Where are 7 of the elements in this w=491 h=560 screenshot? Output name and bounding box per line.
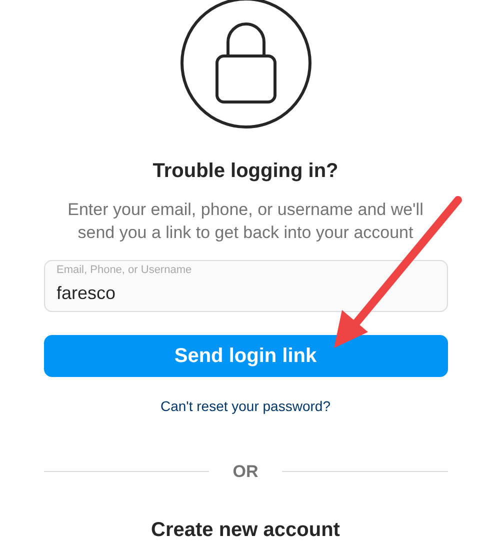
instructions-text: Enter your email, phone, or username and we'll send you a link to get back into your account <box>66 199 424 244</box>
create-account-link[interactable]: Create new account <box>151 514 340 544</box>
page-title: Trouble logging in? <box>152 159 338 183</box>
reset-password-link[interactable]: Can't reset your password? <box>160 396 330 417</box>
field-label: Email, Phone, or Username <box>56 264 192 277</box>
lock-icon <box>178 0 312 130</box>
or-divider-text: OR <box>232 461 258 483</box>
